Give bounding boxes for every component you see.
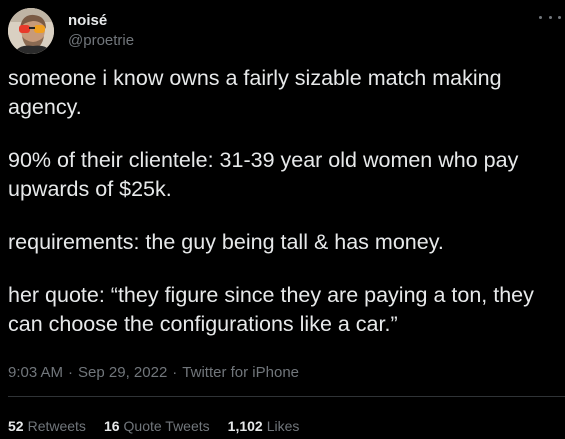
tweet-text: someone i know owns a fairly sizable mat… [8,64,560,363]
avatar-image-icon [8,8,54,54]
author-display-name[interactable]: noisé [68,11,134,30]
author-names: noisé @proetrie [68,11,134,50]
retweets-label: Retweets [27,418,86,434]
tweet-paragraph: someone i know owns a fairly sizable mat… [8,66,502,119]
retweets-count: 52 [8,418,24,434]
avatar[interactable] [8,8,54,54]
more-options-icon[interactable] [539,10,561,24]
likes-stat[interactable]: 1,102 Likes [228,416,300,436]
tweet-paragraph: requirements: the guy being tall & has m… [8,230,444,254]
meta-separator: · [172,364,178,381]
tweet-time[interactable]: 9:03 AM [8,364,63,381]
quote-tweets-stat[interactable]: 16 Quote Tweets [104,416,210,436]
author-handle[interactable]: @proetrie [68,31,134,50]
divider [8,396,565,397]
likes-count: 1,102 [227,418,263,434]
tweet-stats: 52 Retweets 16 Quote Tweets 1,102 Likes [8,416,317,436]
tweet-date[interactable]: Sep 29, 2022 [78,364,167,381]
quotes-label: Quote Tweets [123,418,210,434]
tweet-source[interactable]: Twitter for iPhone [182,364,299,381]
meta-separator: · [68,364,74,381]
tweet-metadata: 9:03 AM · Sep 29, 2022 · Twitter for iPhone [8,363,299,383]
tweet-paragraph: her quote: “they figure since they are p… [8,283,534,336]
likes-label: Likes [266,418,300,434]
quotes-count: 16 [103,418,120,434]
more-dot [548,15,552,19]
retweets-stat[interactable]: 52 Retweets [8,416,86,436]
tweet-header: noisé @proetrie [8,8,134,56]
more-dot [539,15,542,19]
tweet: noisé @proetrie someone i know owns a fa… [0,0,565,439]
tweet-paragraph: 90% of their clientele: 31-39 year old w… [8,148,519,201]
more-dot [558,15,561,19]
